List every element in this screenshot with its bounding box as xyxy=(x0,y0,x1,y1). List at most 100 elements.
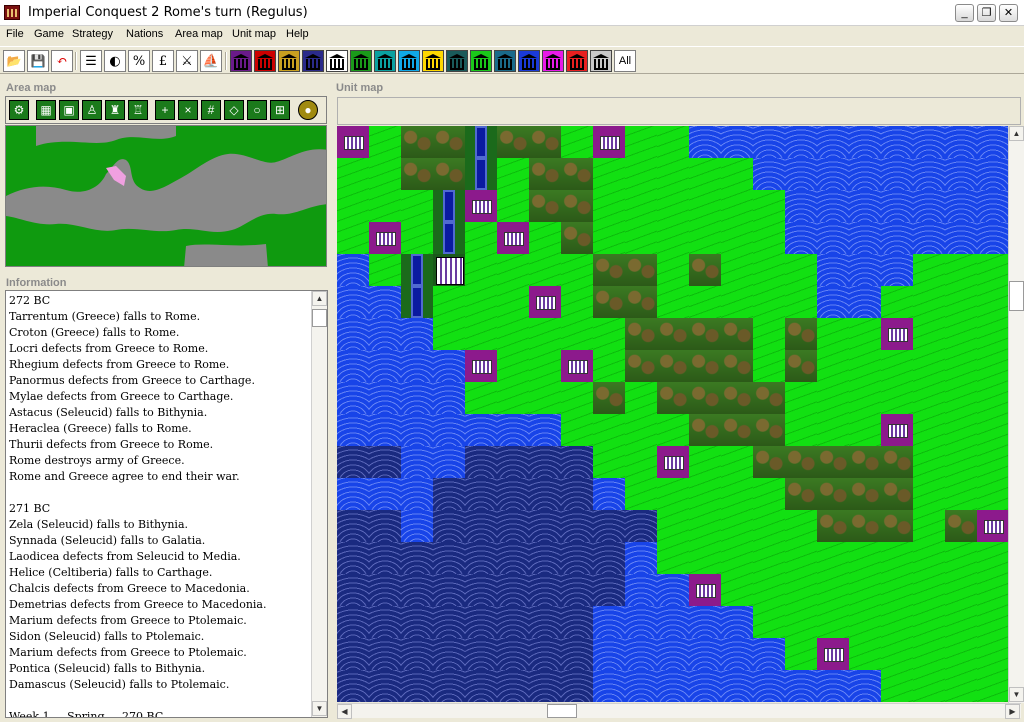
grass-tile[interactable] xyxy=(497,350,529,382)
city-tile[interactable] xyxy=(529,286,561,318)
grass-tile[interactable] xyxy=(657,542,689,574)
deep-water-tile[interactable] xyxy=(369,510,401,542)
deep-water-tile[interactable] xyxy=(369,446,401,478)
water-tile[interactable] xyxy=(721,638,753,670)
deep-water-tile[interactable] xyxy=(497,638,529,670)
capital-tile[interactable] xyxy=(433,254,465,286)
area-tool-cities-icon[interactable]: ▣ xyxy=(59,100,79,120)
grass-tile[interactable] xyxy=(465,318,497,350)
water-tile[interactable] xyxy=(401,318,433,350)
river-tile[interactable] xyxy=(465,126,497,158)
deep-water-tile[interactable] xyxy=(497,510,529,542)
grass-tile[interactable] xyxy=(817,542,849,574)
grass-tile[interactable] xyxy=(593,158,625,190)
nation-button-8[interactable] xyxy=(398,50,420,72)
grass-tile[interactable] xyxy=(561,382,593,414)
river-tile[interactable] xyxy=(433,190,465,222)
grass-tile[interactable] xyxy=(721,190,753,222)
grass-tile[interactable] xyxy=(625,478,657,510)
area-tool-diamond-icon[interactable]: ◇ xyxy=(224,100,244,120)
grass-tile[interactable] xyxy=(977,670,1009,702)
city-tile[interactable] xyxy=(465,350,497,382)
menu-file[interactable]: File xyxy=(3,28,27,40)
grass-tile[interactable] xyxy=(529,318,561,350)
menu-game[interactable]: Game xyxy=(31,28,67,40)
water-tile[interactable] xyxy=(945,158,977,190)
grass-tile[interactable] xyxy=(657,254,689,286)
grass-tile[interactable] xyxy=(465,382,497,414)
water-tile[interactable] xyxy=(337,350,369,382)
deep-water-tile[interactable] xyxy=(433,574,465,606)
nation-button-3[interactable] xyxy=(278,50,300,72)
water-tile[interactable] xyxy=(817,158,849,190)
grass-tile[interactable] xyxy=(753,286,785,318)
nation-button-11[interactable] xyxy=(470,50,492,72)
grass-tile[interactable] xyxy=(465,254,497,286)
forest-tile[interactable] xyxy=(849,446,881,478)
forest-tile[interactable] xyxy=(689,350,721,382)
grass-tile[interactable] xyxy=(977,446,1009,478)
forest-tile[interactable] xyxy=(625,350,657,382)
grass-tile[interactable] xyxy=(369,158,401,190)
grass-tile[interactable] xyxy=(689,286,721,318)
grass-tile[interactable] xyxy=(657,190,689,222)
water-tile[interactable] xyxy=(849,254,881,286)
grass-tile[interactable] xyxy=(977,318,1009,350)
water-tile[interactable] xyxy=(849,670,881,702)
deep-water-tile[interactable] xyxy=(593,510,625,542)
water-tile[interactable] xyxy=(657,638,689,670)
water-tile[interactable] xyxy=(625,638,657,670)
deep-water-tile[interactable] xyxy=(433,670,465,702)
grass-tile[interactable] xyxy=(849,350,881,382)
water-tile[interactable] xyxy=(689,606,721,638)
water-tile[interactable] xyxy=(369,414,401,446)
deep-water-tile[interactable] xyxy=(337,574,369,606)
water-tile[interactable] xyxy=(881,222,913,254)
deep-water-tile[interactable] xyxy=(369,574,401,606)
grass-tile[interactable] xyxy=(625,222,657,254)
deep-water-tile[interactable] xyxy=(497,478,529,510)
water-tile[interactable] xyxy=(657,670,689,702)
nation-button-1[interactable] xyxy=(230,50,252,72)
city-tile[interactable] xyxy=(337,126,369,158)
forest-tile[interactable] xyxy=(881,446,913,478)
grass-tile[interactable] xyxy=(849,414,881,446)
deep-water-tile[interactable] xyxy=(529,542,561,574)
grass-tile[interactable] xyxy=(913,478,945,510)
deep-water-tile[interactable] xyxy=(561,446,593,478)
grass-tile[interactable] xyxy=(721,158,753,190)
grass-tile[interactable] xyxy=(977,638,1009,670)
water-tile[interactable] xyxy=(337,286,369,318)
area-tool-cross-icon[interactable]: × xyxy=(178,100,198,120)
grass-tile[interactable] xyxy=(945,670,977,702)
water-tile[interactable] xyxy=(913,158,945,190)
area-tool-settings-icon[interactable]: ⚙ xyxy=(9,100,29,120)
water-tile[interactable] xyxy=(849,222,881,254)
forest-tile[interactable] xyxy=(529,190,561,222)
water-tile[interactable] xyxy=(433,414,465,446)
water-tile[interactable] xyxy=(817,670,849,702)
grass-tile[interactable] xyxy=(977,574,1009,606)
scroll-right-arrow-icon[interactable]: ▶ xyxy=(1005,704,1020,719)
grass-tile[interactable] xyxy=(817,414,849,446)
fleet-button[interactable]: ⛵ xyxy=(200,50,222,72)
water-tile[interactable] xyxy=(337,254,369,286)
grass-tile[interactable] xyxy=(881,286,913,318)
water-tile[interactable] xyxy=(945,222,977,254)
deep-water-tile[interactable] xyxy=(561,510,593,542)
water-tile[interactable] xyxy=(497,414,529,446)
water-tile[interactable] xyxy=(753,670,785,702)
water-tile[interactable] xyxy=(529,414,561,446)
deep-water-tile[interactable] xyxy=(337,606,369,638)
grass-tile[interactable] xyxy=(721,286,753,318)
area-tool-coin-icon[interactable]: ● xyxy=(298,100,318,120)
grass-tile[interactable] xyxy=(401,222,433,254)
grass-tile[interactable] xyxy=(433,286,465,318)
grass-tile[interactable] xyxy=(785,510,817,542)
grass-tile[interactable] xyxy=(689,542,721,574)
water-tile[interactable] xyxy=(817,254,849,286)
forest-tile[interactable] xyxy=(561,158,593,190)
grass-tile[interactable] xyxy=(369,190,401,222)
grass-tile[interactable] xyxy=(977,414,1009,446)
forest-tile[interactable] xyxy=(433,158,465,190)
